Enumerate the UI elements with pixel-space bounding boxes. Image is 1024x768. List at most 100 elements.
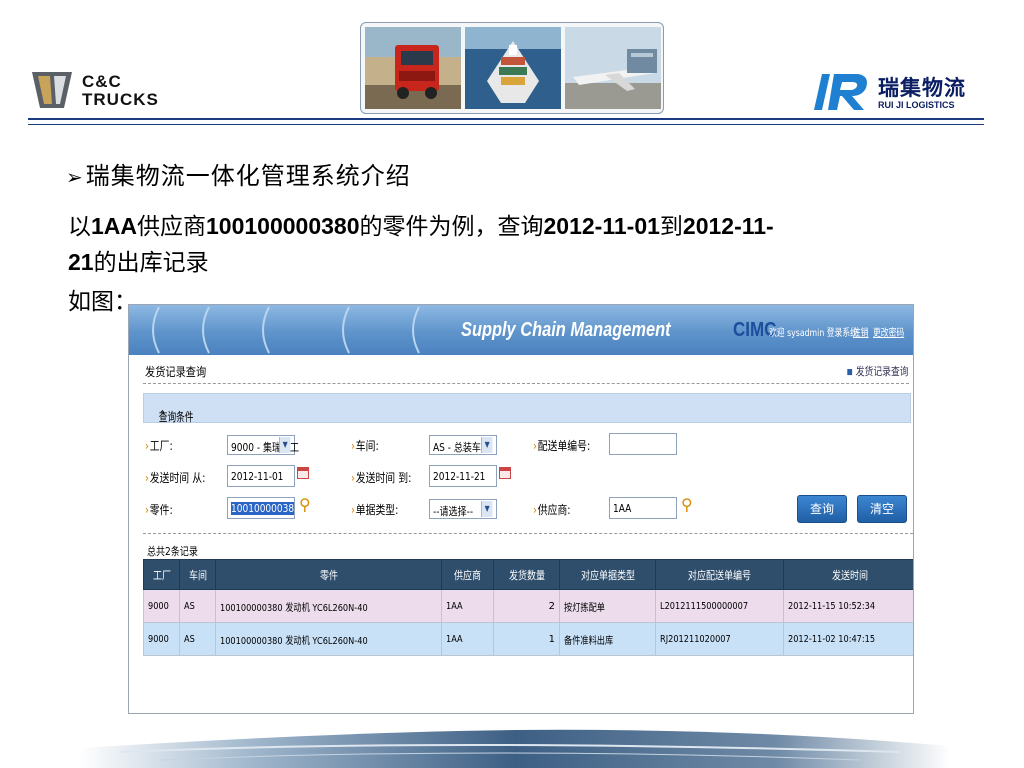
header-divider [28, 118, 984, 120]
chevron-down-icon: ▼ [481, 437, 493, 453]
col-header-text: 发货数量 [508, 568, 545, 582]
delivery-no-label: 配送单编号: [533, 437, 591, 454]
col-header-workshop[interactable]: 车间 [179, 559, 216, 590]
title-bullet-icon: ➢ [66, 165, 84, 189]
cell-text: 9000 [148, 600, 169, 612]
calendar-icon[interactable] [499, 467, 511, 479]
cell-qty: 1 [493, 622, 560, 656]
cell-workshop: AS [179, 622, 216, 656]
cell-send-time: 2012-11-02 10:47:15 [783, 622, 913, 656]
query-section-label: 查询条件 [158, 410, 194, 424]
part-value: 100100000380 [231, 502, 294, 515]
date-to-part1: 2012-11- [682, 213, 774, 239]
cell-text: 按灯拣配单 [564, 602, 605, 614]
part-label: 零件: [145, 501, 173, 518]
breadcrumb-icon: ◾ [846, 365, 854, 378]
header-banner-image [360, 22, 664, 114]
cell-text: 100100000380 发动机 YC6L260N-40 [220, 635, 368, 647]
part-input[interactable]: 100100000380 [227, 497, 295, 519]
cell-workshop: AS [179, 589, 216, 623]
col-header-doc-type[interactable]: 对应单据类型 [559, 559, 656, 590]
page-title: 发货记录查询 [145, 365, 207, 379]
cell-part: 100100000380 发动机 YC6L260N-40 [215, 622, 442, 656]
slide-title-text: 瑞集物流一体化管理系统介绍 [85, 162, 411, 190]
factory-select[interactable]: 9000 - 集瑞重工 ▼ [227, 435, 299, 455]
doc-type-select[interactable]: --请选择-- ▼ [429, 499, 497, 519]
body-text: 的零件为例，查询 [359, 214, 544, 240]
scm-app-screenshot: Supply Chain Management CIMC 欢迎 sysadmin… [128, 304, 914, 714]
cell-qty: 2 [493, 589, 560, 623]
rj-mark-icon [814, 74, 867, 110]
workshop-select[interactable]: AS - 总装车间 ▼ [429, 435, 497, 455]
cell-supplier: 1AA [441, 589, 494, 623]
slide-body-line3: 如图： [68, 284, 137, 320]
chevron-down-icon: ▼ [279, 437, 291, 453]
slide-body-line2: 21的出库记录 [68, 244, 209, 281]
col-header-text: 供应商 [453, 568, 482, 582]
cell-text: 1 [548, 633, 555, 645]
search-icon[interactable]: ⚲ [681, 495, 693, 514]
supplier-value: 1AA [613, 502, 632, 515]
cell-doc-type: 备件准料出库 [559, 622, 656, 656]
query-section-header[interactable]: ⌃ 查询条件 [143, 393, 911, 424]
cell-text: 1AA [446, 633, 463, 645]
col-header-text: 工厂 [152, 568, 171, 582]
cell-text: 1AA [446, 600, 463, 612]
supplier-input[interactable]: 1AA [609, 497, 677, 519]
divider [143, 383, 909, 384]
results-table: 工厂 车间 零件 供应商 发货数量 对应单据类型 对应配送单编号 发送时间 90… [143, 559, 913, 656]
body-text: 供应商 [137, 214, 207, 240]
cell-doc-type: 按灯拣配单 [559, 589, 656, 623]
body-text: 到 [659, 214, 683, 240]
header-divider-thin [28, 124, 984, 125]
clear-button[interactable]: 清空 [857, 495, 907, 523]
logo-right-cn: 瑞集物流 [878, 76, 966, 100]
body-text: 如图： [68, 289, 137, 315]
table-row[interactable]: 9000 AS 100100000380 发动机 YC6L260N-40 1AA… [143, 589, 913, 623]
col-header-text: 车间 [188, 568, 207, 582]
cell-text: AS [184, 633, 195, 645]
cell-text: 9000 [148, 633, 169, 645]
col-header-supplier[interactable]: 供应商 [441, 559, 494, 590]
query-button[interactable]: 查询 [797, 495, 847, 523]
cell-text: RJ201211020007 [660, 633, 731, 645]
col-header-text: 零件 [319, 568, 338, 582]
divider [143, 533, 913, 534]
col-header-part[interactable]: 零件 [215, 559, 442, 590]
cell-text: AS [184, 600, 195, 612]
logo-left-line2: TRUCKS [82, 90, 159, 109]
table-row[interactable]: 9000 AS 100100000380 发动机 YC6L260N-40 1AA… [143, 622, 913, 656]
transport-photo-strip [365, 27, 661, 109]
search-icon[interactable]: ⚲ [299, 495, 311, 514]
supplier-code: 1AA [91, 213, 138, 239]
cell-part: 100100000380 发动机 YC6L260N-40 [215, 589, 442, 623]
logo-right-en: RUI JI LOGISTICS [878, 100, 955, 110]
col-header-text: 发送时间 [831, 568, 868, 582]
supplier-label: 供应商: [533, 501, 571, 518]
logo-left-line1: C&C [82, 72, 122, 91]
col-header-qty[interactable]: 发货数量 [493, 559, 560, 590]
breadcrumb[interactable]: ◾ 发货记录查询 [847, 363, 909, 379]
cell-send-time: 2012-11-15 10:52:34 [783, 589, 913, 623]
col-header-factory[interactable]: 工厂 [143, 559, 180, 590]
factory-label: 工厂: [145, 437, 173, 454]
send-to-label: 发送时间 到: [351, 469, 412, 486]
cell-text: 2012-11-02 10:47:15 [788, 633, 876, 645]
col-header-send-time[interactable]: 发送时间 [783, 559, 913, 590]
slide-title: ➢瑞集物流一体化管理系统介绍 [66, 156, 411, 191]
change-password-link[interactable]: 更改密码 [873, 324, 904, 339]
col-header-delivery-no[interactable]: 对应配送单编号 [655, 559, 784, 590]
delivery-no-input[interactable] [609, 433, 677, 455]
logout-link[interactable]: 注销 [853, 324, 869, 339]
calendar-icon[interactable] [297, 467, 309, 479]
breadcrumb-text: 发货记录查询 [856, 365, 909, 378]
welcome-text: 欢迎 sysadmin 登录系统 [769, 328, 858, 339]
date-from: 2012-11-01 [543, 213, 660, 239]
send-from-label: 发送时间 从: [145, 469, 206, 486]
cell-text: 2 [548, 600, 555, 612]
send-from-input[interactable]: 2012-11-01 [227, 465, 295, 487]
send-to-input[interactable]: 2012-11-21 [429, 465, 497, 487]
cell-supplier: 1AA [441, 622, 494, 656]
body-text: 以 [68, 214, 91, 240]
app-top-banner: Supply Chain Management CIMC 欢迎 sysadmin… [129, 305, 913, 355]
